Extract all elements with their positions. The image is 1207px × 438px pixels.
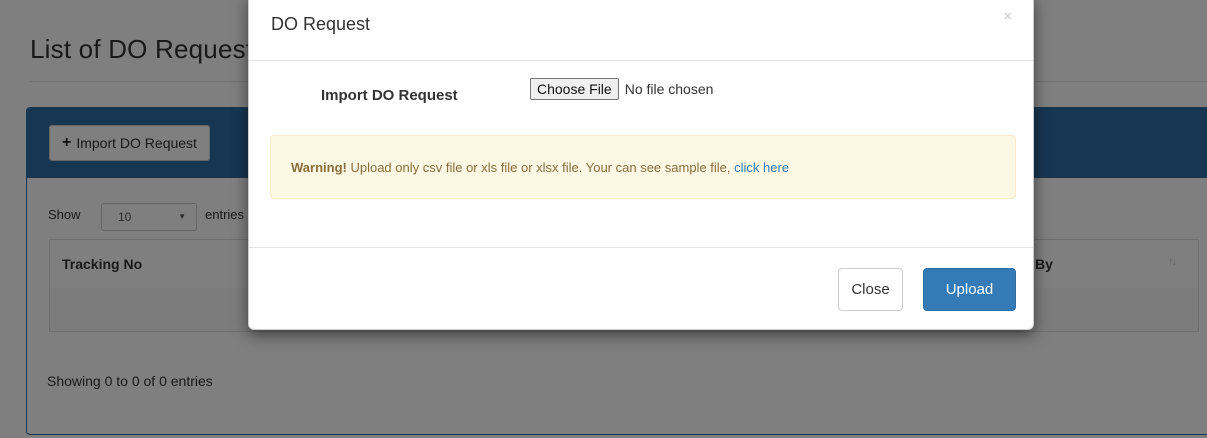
file-status: No file chosen <box>624 81 714 97</box>
choose-file-button[interactable]: Choose File <box>530 78 619 100</box>
close-button[interactable]: Close <box>838 268 903 311</box>
modal-header: DO Request × <box>249 0 1033 61</box>
upload-button[interactable]: Upload <box>923 268 1016 311</box>
modal-body: Import DO Request Choose File No file ch… <box>249 61 1033 246</box>
warning-message: Warning! Upload only csv file or xls fil… <box>291 160 789 175</box>
warning-alert: Warning! Upload only csv file or xls fil… <box>270 135 1016 199</box>
import-do-request-label: Import DO Request <box>321 87 458 104</box>
do-request-modal: DO Request × Import DO Request Choose Fi… <box>248 0 1034 330</box>
warning-body: Upload only csv file or xls file or xlsx… <box>346 160 735 175</box>
modal-footer: Close Upload <box>249 247 1033 330</box>
close-icon[interactable]: × <box>1003 8 1012 25</box>
file-input[interactable]: Choose File No file chosen <box>530 78 713 100</box>
warning-strong: Warning! <box>291 160 347 175</box>
sample-file-link[interactable]: click here <box>734 160 789 175</box>
modal-title: DO Request <box>271 14 371 34</box>
